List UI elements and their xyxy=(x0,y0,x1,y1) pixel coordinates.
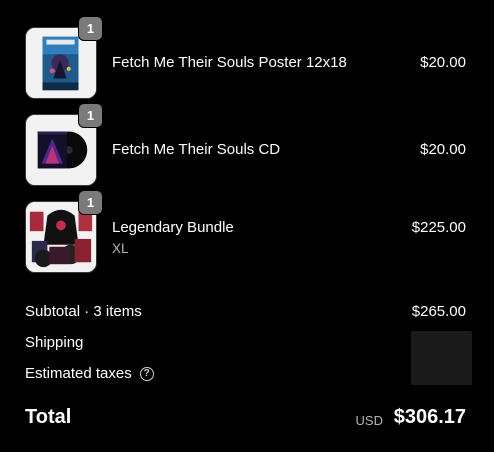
item-price: $20.00 xyxy=(420,54,466,71)
item-title: Fetch Me Their Souls CD xyxy=(112,141,281,158)
taxes-row-label: Estimated taxes ? xyxy=(25,365,154,382)
total-currency: USD xyxy=(355,413,383,428)
item-price: $20.00 xyxy=(420,141,466,158)
total-amount: $306.17 xyxy=(393,406,466,428)
item-price: $225.00 xyxy=(411,219,466,236)
quantity-badge: 1 xyxy=(78,16,103,41)
total-label: Total xyxy=(25,406,72,428)
item-variant: XL xyxy=(112,241,129,256)
subtotal-value: $265.00 xyxy=(411,303,466,320)
line-item: 1 Fetch Me Their Souls CD $20.00 xyxy=(0,103,494,186)
item-title: Legendary Bundle xyxy=(112,219,234,236)
item-title: Fetch Me Their Souls Poster 12x18 xyxy=(112,54,347,71)
shipping-label: Shipping xyxy=(25,334,84,351)
quantity-badge: 1 xyxy=(78,103,103,128)
line-item: 1 Fetch Me Their Souls Poster 12x18 $20.… xyxy=(0,16,494,99)
line-item: 1 Legendary Bundle XL $225.00 xyxy=(0,190,494,273)
subtotal-label: Subtotal · 3 items xyxy=(25,303,142,320)
taxes-label: Estimated taxes xyxy=(25,365,132,382)
quantity-badge: 1 xyxy=(78,190,103,215)
loading-placeholder xyxy=(411,331,472,385)
question-circle-icon[interactable]: ? xyxy=(139,366,154,381)
